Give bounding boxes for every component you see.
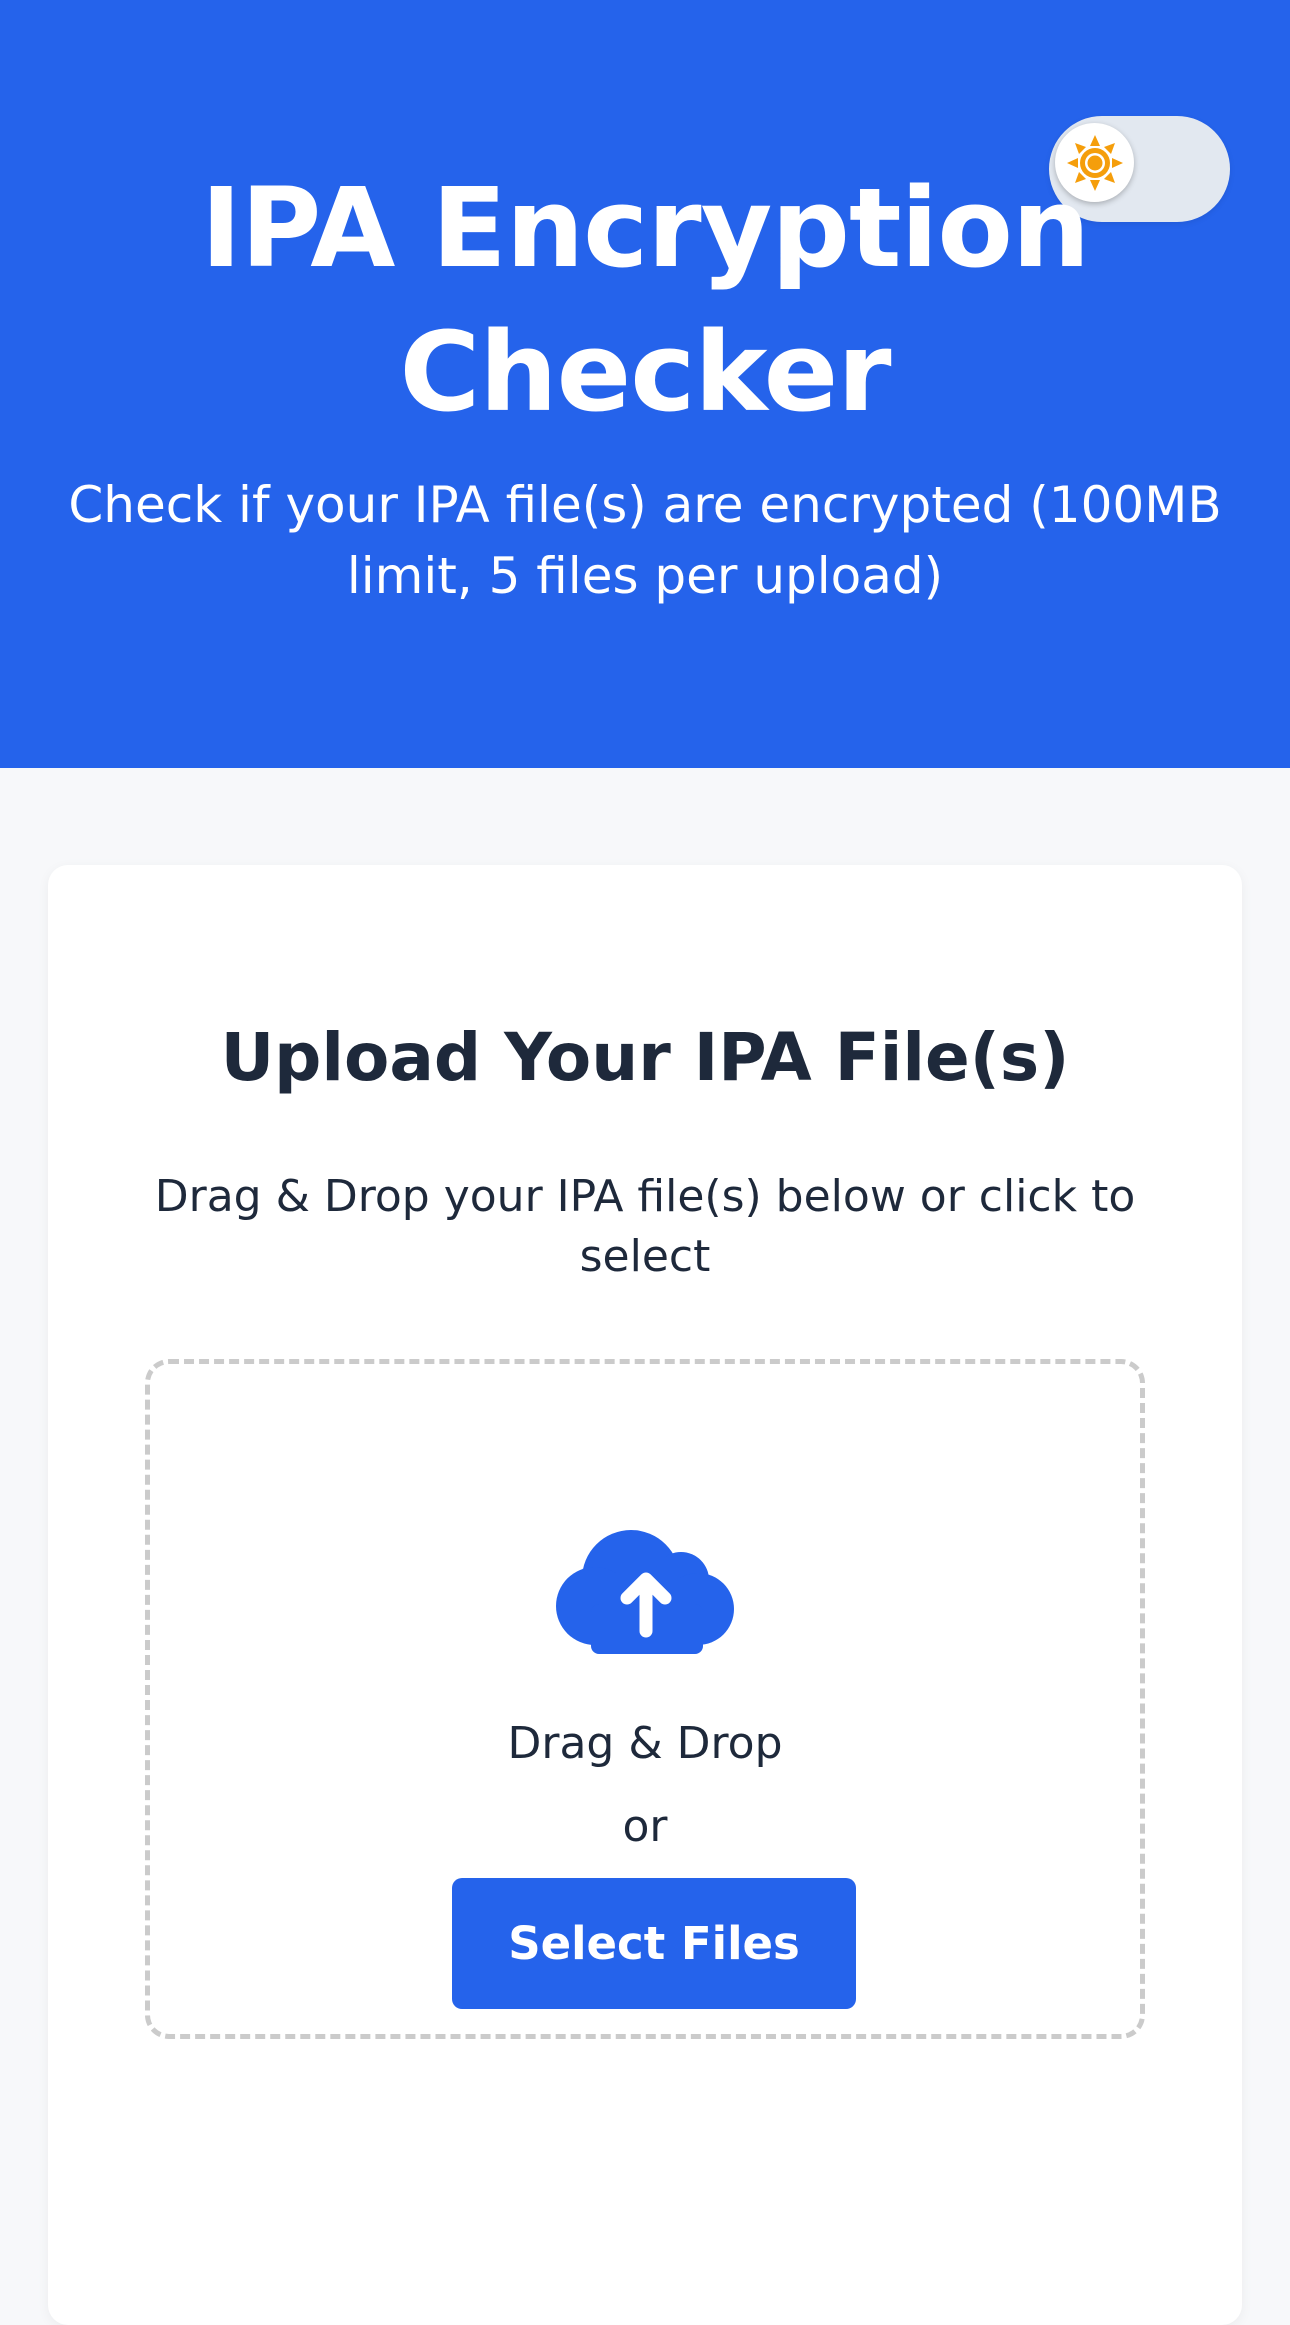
- page-header: IPA Encryption Checker Check if your IPA…: [0, 0, 1290, 768]
- file-dropzone[interactable]: Drag & Drop or Select Files: [145, 1359, 1145, 2039]
- upload-card-title: Upload Your IPA File(s): [220, 1019, 1070, 1096]
- cloud-upload-icon: [556, 1530, 734, 1654]
- upload-card-description: Drag & Drop your IPA file(s) below or cl…: [154, 1171, 1136, 1282]
- page-subtitle: Check if your IPA file(s) are encrypted …: [68, 476, 1222, 605]
- drag-drop-text: Drag & Drop: [507, 1718, 783, 1769]
- page-title: IPA Encryption Checker: [200, 164, 1090, 436]
- upload-card: Upload Your IPA File(s) Drag & Drop your…: [48, 865, 1242, 2325]
- or-separator-text: or: [622, 1801, 668, 1852]
- select-files-button[interactable]: Select Files: [452, 1878, 856, 2009]
